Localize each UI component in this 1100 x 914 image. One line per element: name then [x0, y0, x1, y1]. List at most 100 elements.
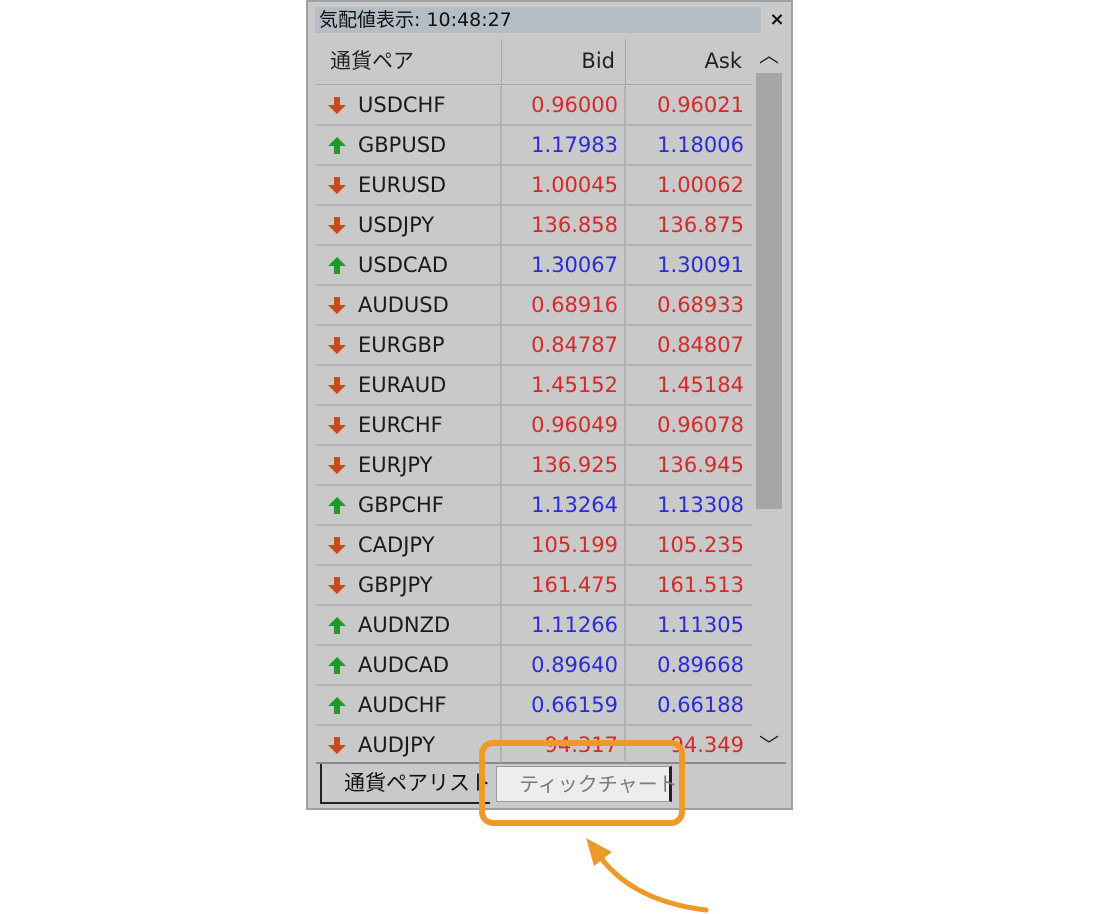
table-row[interactable]: USDCAD 1.30067 1.30091 — [316, 246, 752, 286]
ask-cell: 0.84807 — [657, 333, 744, 357]
table-row[interactable]: AUDUSD 0.68916 0.68933 — [316, 286, 752, 326]
table-row[interactable]: EURCHF 0.96049 0.96078 — [316, 406, 752, 446]
arrow-down-icon — [328, 97, 346, 114]
bid-cell: 1.30067 — [502, 246, 626, 284]
symbol-cell: AUDCAD — [316, 646, 502, 684]
market-watch-window: 気配値表示: 10:48:27 × 通貨ペア Bid Ask USDCHF 0.9… — [306, 0, 793, 810]
symbol-cell: USDJPY — [316, 206, 502, 244]
bid-cell: 136.858 — [502, 206, 626, 244]
symbol-cell: AUDUSD — [316, 286, 502, 324]
arrow-up-icon — [328, 617, 346, 634]
symbol-cell: AUDCHF — [316, 686, 502, 724]
bid-cell: 0.84787 — [502, 326, 626, 364]
table-row[interactable]: EURAUD 1.45152 1.45184 — [316, 366, 752, 406]
column-header-ask[interactable]: Ask — [626, 39, 752, 84]
symbol-label: USDCHF — [358, 93, 446, 117]
ask-cell: 161.513 — [657, 573, 744, 597]
ask-cell: 0.96021 — [657, 93, 744, 117]
arrow-down-icon — [328, 457, 346, 474]
arrow-down-icon — [328, 177, 346, 194]
ask-cell: 0.66188 — [657, 693, 744, 717]
table-row[interactable]: EURUSD 1.00045 1.00062 — [316, 166, 752, 206]
symbol-label: GBPCHF — [358, 493, 444, 517]
ask-cell: 1.11305 — [657, 613, 744, 637]
symbol-cell: CADJPY — [316, 526, 502, 564]
arrow-up-icon — [328, 497, 346, 514]
table-row[interactable]: CADJPY 105.199 105.235 — [316, 526, 752, 566]
arrow-up-icon — [328, 697, 346, 714]
symbol-cell: EURAUD — [316, 366, 502, 404]
symbol-cell: USDCHF — [316, 86, 502, 124]
bid-cell: 1.13264 — [502, 486, 626, 524]
symbol-cell: AUDJPY — [316, 726, 502, 761]
vertical-scrollbar[interactable]: ︿ ﹀ — [753, 39, 785, 761]
symbol-label: USDJPY — [358, 213, 435, 237]
symbol-label: GBPUSD — [358, 133, 447, 157]
symbol-label: AUDNZD — [358, 613, 451, 637]
window-title: 気配値表示: 10:48:27 — [315, 7, 761, 33]
bid-cell: 0.96000 — [502, 86, 626, 124]
arrow-down-icon — [328, 537, 346, 554]
symbol-label: EURGBP — [358, 333, 445, 357]
table-row[interactable]: EURGBP 0.84787 0.84807 — [316, 326, 752, 366]
arrow-up-icon — [328, 137, 346, 154]
symbol-label: GBPJPY — [358, 573, 433, 597]
symbol-label: EURUSD — [358, 173, 447, 197]
arrow-up-icon — [328, 257, 346, 274]
ask-cell: 136.945 — [657, 453, 744, 477]
symbol-cell: GBPJPY — [316, 566, 502, 604]
symbol-cell: GBPCHF — [316, 486, 502, 524]
chevron-down-icon[interactable]: ﹀ — [753, 729, 785, 761]
table-row[interactable]: AUDNZD 1.11266 1.11305 — [316, 606, 752, 646]
bid-cell: 1.45152 — [502, 366, 626, 404]
ask-cell: 136.875 — [657, 213, 744, 237]
bid-cell: 105.199 — [502, 526, 626, 564]
bid-cell: 0.66159 — [502, 686, 626, 724]
ask-cell: 1.45184 — [657, 373, 744, 397]
symbol-cell: EURCHF — [316, 406, 502, 444]
ask-cell: 0.96078 — [657, 413, 744, 437]
close-icon[interactable]: × — [764, 7, 790, 33]
symbol-cell: USDCAD — [316, 246, 502, 284]
bid-cell: 136.925 — [502, 446, 626, 484]
column-header-symbol[interactable]: 通貨ペア — [316, 39, 502, 84]
arrow-down-icon — [328, 337, 346, 354]
symbol-label: AUDJPY — [358, 733, 436, 757]
tab-highlight-frame — [479, 740, 685, 826]
symbol-label: EURCHF — [358, 413, 443, 437]
table-row[interactable]: EURJPY 136.925 136.945 — [316, 446, 752, 486]
arrow-down-icon — [328, 217, 346, 234]
arrow-down-icon — [328, 417, 346, 434]
table-row[interactable]: GBPUSD 1.17983 1.18006 — [316, 126, 752, 166]
arrow-up-icon — [328, 657, 346, 674]
table-row[interactable]: AUDCAD 0.89640 0.89668 — [316, 646, 752, 686]
bid-cell: 1.00045 — [502, 166, 626, 204]
ask-cell: 0.89668 — [657, 653, 744, 677]
ask-cell: 1.18006 — [657, 133, 744, 157]
pointer-arrow-icon — [586, 838, 709, 913]
arrow-down-icon — [328, 577, 346, 594]
table-body: USDCHF 0.96000 0.96021 GBPUSD 1.17983 1.18006… — [316, 86, 752, 761]
table-row[interactable]: AUDCHF 0.66159 0.66188 — [316, 686, 752, 726]
symbol-cell: GBPUSD — [316, 126, 502, 164]
table-row[interactable]: GBPJPY 161.475 161.513 — [316, 566, 752, 606]
bid-cell: 0.68916 — [502, 286, 626, 324]
symbol-cell: EURUSD — [316, 166, 502, 204]
ask-cell: 0.68933 — [657, 293, 744, 317]
ask-cell: 1.00062 — [657, 173, 744, 197]
bid-cell: 0.89640 — [502, 646, 626, 684]
arrow-down-icon — [328, 737, 346, 754]
tab-symbol-list[interactable]: 通貨ペアリスト — [320, 764, 491, 804]
bid-cell: 1.17983 — [502, 126, 626, 164]
ask-cell: 1.13308 — [657, 493, 744, 517]
table-header: 通貨ペア Bid Ask — [316, 39, 752, 85]
table-row[interactable]: USDCHF 0.96000 0.96021 — [316, 86, 752, 126]
arrow-down-icon — [328, 377, 346, 394]
column-header-bid[interactable]: Bid — [502, 39, 626, 84]
chevron-up-icon[interactable]: ︿ — [753, 39, 785, 71]
symbol-cell: EURGBP — [316, 326, 502, 364]
table-row[interactable]: GBPCHF 1.13264 1.13308 — [316, 486, 752, 526]
scroll-thumb[interactable] — [756, 73, 782, 509]
table-row[interactable]: USDJPY 136.858 136.875 — [316, 206, 752, 246]
symbol-label: AUDUSD — [358, 293, 449, 317]
